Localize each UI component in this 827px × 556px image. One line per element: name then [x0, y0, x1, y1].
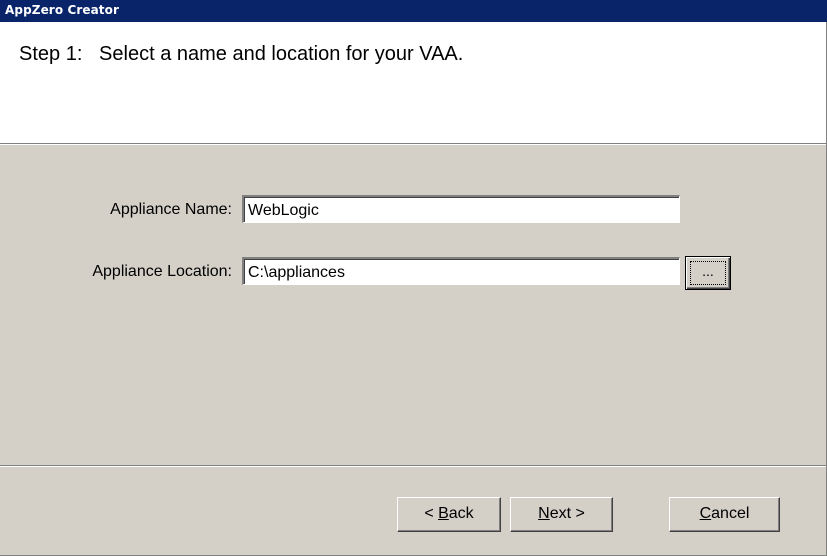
wizard-header: Step 1: Select a name and location for y…: [0, 22, 826, 144]
next-button[interactable]: Next >: [510, 497, 613, 532]
back-button-rest: ack: [448, 505, 474, 522]
back-button-prefix: <: [424, 505, 439, 522]
appliance-location-label: Appliance Location:: [92, 263, 232, 280]
appliance-name-label: Appliance Name:: [110, 201, 232, 218]
appliance-name-input[interactable]: [242, 195, 680, 223]
wizard-window: AppZero Creator Step 1: Select a name an…: [0, 0, 827, 556]
step-title: Step 1: Select a name and location for y…: [19, 43, 464, 65]
cancel-button-rest: ancel: [711, 505, 750, 522]
cancel-button-mnemonic: C: [699, 505, 712, 522]
back-button[interactable]: < Back: [397, 497, 501, 532]
window-title: AppZero Creator: [5, 3, 120, 17]
browse-button[interactable]: ...: [685, 256, 731, 290]
cancel-button[interactable]: Cancel: [669, 497, 780, 532]
back-button-mnemonic: B: [438, 505, 449, 522]
next-button-mnemonic: N: [538, 505, 550, 522]
next-button-rest: ext >: [549, 505, 585, 522]
browse-button-label: ...: [690, 261, 726, 285]
appliance-location-input[interactable]: [242, 257, 680, 285]
title-bar[interactable]: AppZero Creator: [0, 0, 827, 22]
header-divider: [0, 144, 826, 145]
footer-separator-highlight: [0, 466, 826, 467]
